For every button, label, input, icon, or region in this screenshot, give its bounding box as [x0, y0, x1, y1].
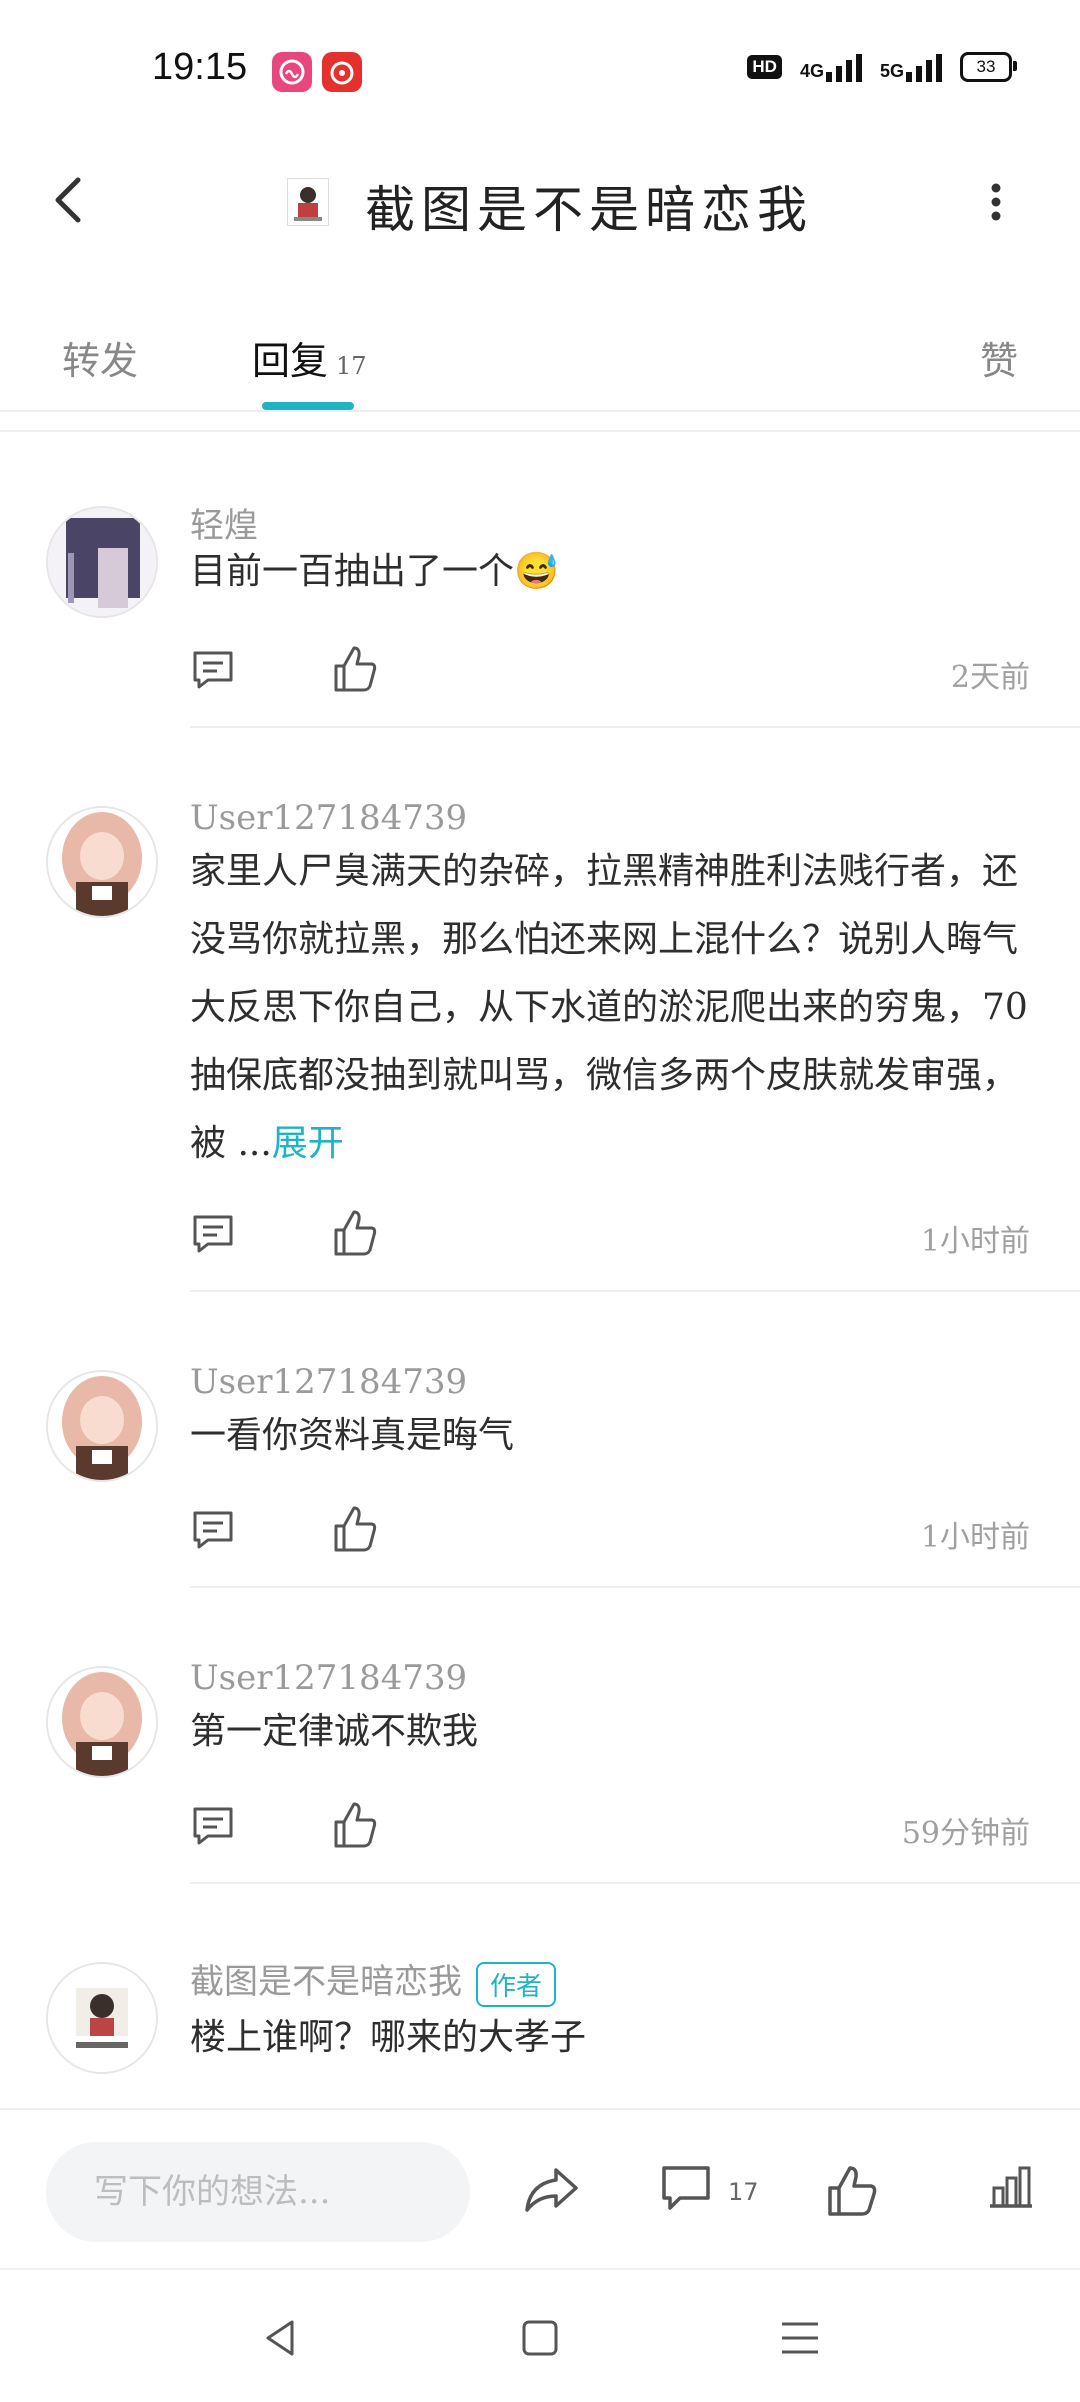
comments-count: 17 [728, 2178, 759, 2206]
status-indicators: HD 4G 5G 33 [747, 52, 1017, 82]
comment-time: 2天前 [950, 660, 1030, 695]
avatar[interactable] [46, 1370, 158, 1482]
avatar[interactable] [46, 1962, 158, 2074]
hd-voice-indicator: HD [747, 55, 782, 79]
battery-icon: 33 [960, 52, 1017, 82]
active-tab-indicator [262, 402, 354, 410]
comment-bubble-icon [662, 2166, 710, 2210]
comment-text: 楼上谁啊？哪来的大孝子 [190, 2017, 587, 2058]
header-avatar[interactable] [287, 178, 329, 226]
page-title: 截图是不是暗恋我 [365, 181, 813, 239]
bar-chart-icon [990, 2166, 1032, 2208]
comment-bubble-icon [193, 1511, 233, 1549]
comment-text-body: 家里人尸臭满天的杂碎，拉黑精神胜利法贱行者，还没骂你就拉黑，那么怕还来网上混什么… [190, 851, 1028, 1164]
triangle-back-icon [266, 2320, 294, 2356]
tab-bar: 转发 回复 17 赞 [0, 300, 1080, 412]
nav-menu-button[interactable] [778, 2316, 822, 2360]
tab-replies[interactable]: 回复 17 [252, 330, 367, 385]
comment-text: 家里人尸臭满天的杂碎，拉黑精神胜利法贱行者，还没骂你就拉黑，那么怕还来网上混什么… [190, 838, 1030, 1178]
avatar[interactable] [46, 506, 158, 618]
signal-4g-icon: 4G [800, 52, 862, 82]
music-app-icon [272, 52, 312, 92]
avatar[interactable] [46, 1666, 158, 1778]
comment-time: 1小时前 [920, 1520, 1030, 1555]
top-app-bar: 截图是不是暗恋我 [0, 140, 1080, 270]
like-button[interactable] [332, 1800, 378, 1850]
like-button[interactable] [332, 644, 378, 694]
comment-username[interactable]: User127184739 [190, 1658, 467, 1698]
reply-button[interactable] [190, 1508, 236, 1552]
tab-replies-label: 回复 [252, 339, 329, 383]
stats-button[interactable] [986, 2164, 1036, 2210]
divider [190, 1882, 1080, 1884]
divider [190, 1290, 1080, 1292]
more-options-button[interactable] [976, 182, 1016, 222]
comment-actions: 59分钟前 [190, 1796, 1030, 1856]
divider [190, 726, 1080, 728]
back-button[interactable] [40, 170, 100, 230]
thumbs-up-icon [334, 646, 377, 692]
comment-bubble-icon [193, 1215, 233, 1253]
comment-time: 1小时前 [920, 1224, 1030, 1259]
menu-lines-icon [782, 2322, 818, 2354]
system-nav-bar [0, 2268, 1080, 2402]
comment-username-text[interactable]: 截图是不是暗恋我 [190, 1962, 462, 2002]
comment-actions: 1小时前 [190, 1500, 1030, 1560]
tab-likes[interactable]: 赞 [980, 330, 1018, 385]
like-button[interactable] [332, 1504, 378, 1554]
comment-actions: 1小时前 [190, 1204, 1030, 1264]
avatar[interactable] [46, 806, 158, 918]
status-time: 19:15 [152, 46, 248, 88]
comment-bubble-icon [193, 651, 233, 689]
comment-bubble-icon [193, 1807, 233, 1845]
thumbs-up-icon [334, 1506, 377, 1552]
share-arrow-icon [525, 2168, 578, 2212]
expand-link[interactable]: 展开 [272, 1123, 344, 1164]
comment-input[interactable] [46, 2142, 470, 2242]
thumbs-up-icon [334, 1802, 377, 1848]
reply-button[interactable] [190, 1212, 236, 1256]
thumbs-up-icon [828, 2166, 877, 2216]
comments-button[interactable] [660, 2164, 712, 2214]
tab-repost[interactable]: 转发 [62, 330, 138, 385]
reply-button[interactable] [190, 1804, 236, 1848]
square-home-icon [522, 2320, 558, 2356]
more-vertical-icon [991, 183, 1001, 221]
comment-username[interactable]: User127184739 [190, 1362, 467, 1402]
comment-text: 目前一百抽出了一个😅 [190, 551, 559, 592]
comment-actions: 2天前 [190, 640, 1030, 700]
nav-back-button[interactable] [258, 2316, 302, 2360]
author-badge: 作者 [476, 1961, 557, 2007]
bottom-action-bar: 17 [0, 2108, 1080, 2270]
divider [0, 430, 1080, 432]
signal-5g-icon: 5G [880, 52, 942, 82]
chevron-left-icon [55, 177, 81, 223]
share-button[interactable] [522, 2164, 580, 2216]
comment-username[interactable]: User127184739 [190, 798, 467, 838]
like-post-button[interactable] [826, 2164, 878, 2218]
comment-time: 59分钟前 [901, 1816, 1030, 1851]
reply-button[interactable] [190, 648, 236, 692]
thumbs-up-icon [334, 1210, 377, 1256]
tab-replies-count: 17 [336, 352, 367, 380]
netease-cloud-music-icon [322, 52, 362, 92]
nav-home-button[interactable] [518, 2316, 562, 2360]
comment-username: 截图是不是暗恋我 作者 [190, 1954, 557, 2007]
divider [190, 1586, 1080, 1588]
like-button[interactable] [332, 1208, 378, 1258]
comment-text: 第一定律诚不欺我 [190, 1711, 479, 1752]
status-bar: 19:15 HD 4G 5G 33 [0, 0, 1080, 140]
comment-text: 一看你资料真是晦气 [190, 1415, 515, 1456]
